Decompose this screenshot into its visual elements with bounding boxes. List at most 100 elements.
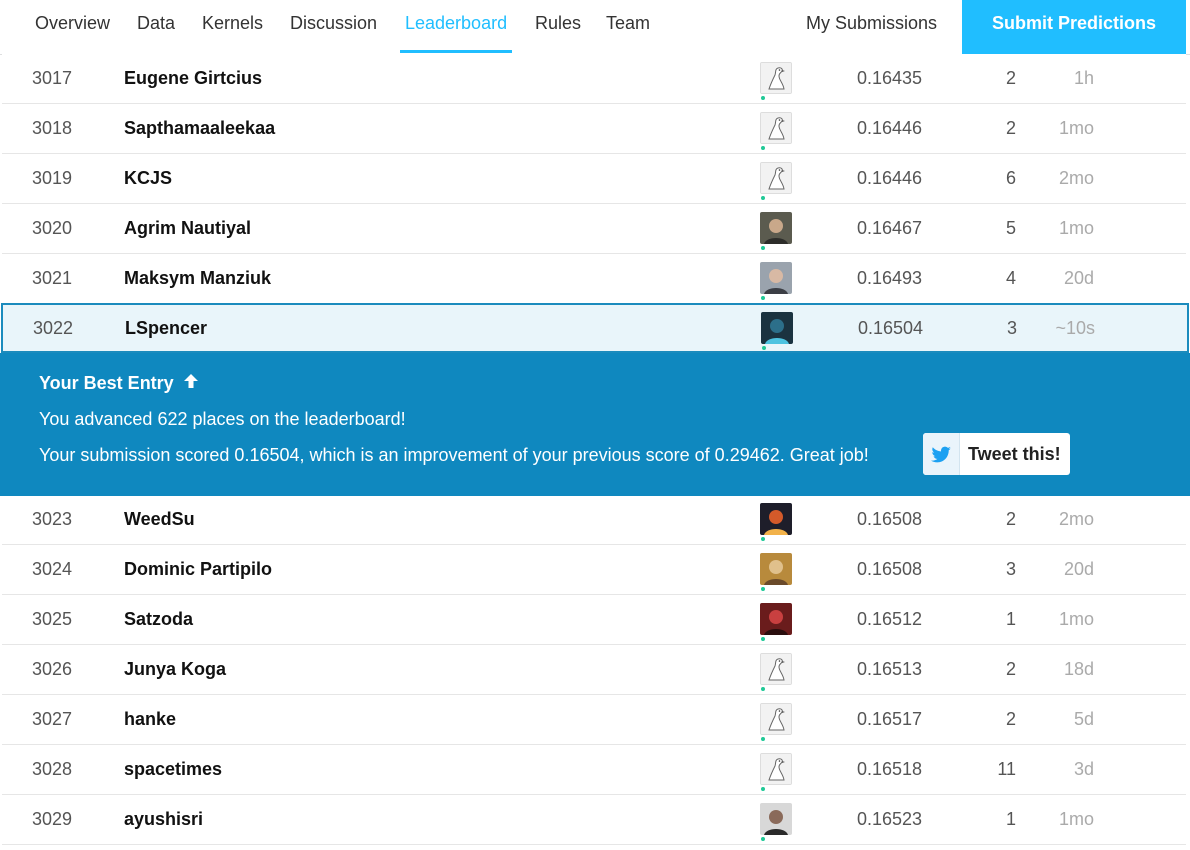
rank-cell: 3018	[32, 118, 73, 138]
tier-dot-icon	[761, 246, 765, 250]
entries-cell: 11	[997, 759, 1016, 779]
table-row[interactable]: 3023 WeedSu 0.16508 2 2mo	[2, 495, 1186, 545]
entries-cell: 2	[1005, 659, 1016, 679]
rank-cell: 3026	[32, 659, 73, 679]
team-name[interactable]: WeedSu	[124, 495, 195, 544]
score-cell: 0.16508	[857, 509, 923, 529]
avatar[interactable]	[760, 603, 792, 635]
entries-cell: 3	[1006, 318, 1017, 338]
score-cell: 0.16467	[857, 218, 923, 238]
default-avatar-goose-icon[interactable]	[760, 653, 792, 685]
my-submissions-link[interactable]: My Submissions	[806, 0, 937, 52]
table-row[interactable]: 3026 Junya Koga 0.16513 2 18d	[2, 645, 1186, 695]
last-submission-cell: 2mo	[1058, 509, 1094, 529]
rank-cell: 3019	[32, 168, 73, 188]
table-row-current-user[interactable]: 3022 LSpencer 0.16504 3 ~10s	[1, 303, 1189, 353]
avatar[interactable]	[760, 553, 792, 585]
entries-cell: 3	[1005, 559, 1016, 579]
team-name[interactable]: Maksym Manziuk	[124, 254, 271, 303]
default-avatar-goose-icon[interactable]	[760, 703, 792, 735]
entries-cell: 1	[1005, 609, 1016, 629]
tier-dot-icon	[761, 296, 765, 300]
score-cell: 0.16512	[857, 609, 923, 629]
table-row[interactable]: 3025 Satzoda 0.16512 1 1mo	[2, 595, 1186, 645]
rank-cell: 3017	[32, 68, 73, 88]
entries-cell: 4	[1005, 268, 1016, 288]
table-row[interactable]: 3028 spacetimes 0.16518 11 3d	[2, 745, 1186, 795]
last-submission-cell: 5d	[1073, 709, 1094, 729]
table-row[interactable]: 3024 Dominic Partipilo 0.16508 3 20d	[2, 545, 1186, 595]
default-avatar-goose-icon[interactable]	[760, 753, 792, 785]
score-cell: 0.16508	[857, 559, 923, 579]
tweet-button-label: Tweet this!	[968, 444, 1061, 464]
banner-title-text: Your Best Entry	[39, 373, 174, 393]
tier-dot-icon	[761, 196, 765, 200]
tier-dot-icon	[761, 637, 765, 641]
team-name[interactable]: hanke	[124, 695, 176, 744]
score-cell: 0.16518	[857, 759, 923, 779]
team-name[interactable]: Sapthamaaleekaa	[124, 104, 275, 153]
rank-cell: 3029	[32, 809, 73, 829]
default-avatar-goose-icon[interactable]	[760, 62, 792, 94]
tab-overview[interactable]: Overview	[35, 0, 110, 52]
entries-cell: 2	[1005, 118, 1016, 138]
table-row[interactable]: 3027 hanke 0.16517 2 5d	[2, 695, 1186, 745]
avatar[interactable]	[760, 212, 792, 244]
score-cell: 0.16523	[857, 809, 923, 829]
last-submission-cell: 1mo	[1058, 218, 1094, 238]
team-name[interactable]: ayushisri	[124, 795, 203, 844]
avatar[interactable]	[761, 312, 793, 344]
tier-dot-icon	[761, 587, 765, 591]
default-avatar-goose-icon[interactable]	[760, 162, 792, 194]
tab-data[interactable]: Data	[137, 0, 175, 52]
rank-cell: 3023	[32, 509, 73, 529]
rank-cell: 3024	[32, 559, 73, 579]
score-cell: 0.16446	[857, 168, 923, 188]
last-submission-cell: 20d	[1063, 268, 1094, 288]
rank-cell: 3020	[32, 218, 73, 238]
tab-rules[interactable]: Rules	[535, 0, 581, 52]
tab-leaderboard[interactable]: Leaderboard	[400, 0, 513, 53]
submit-predictions-button[interactable]: Submit Predictions	[962, 0, 1186, 54]
tab-team[interactable]: Team	[606, 0, 650, 52]
team-name[interactable]: Satzoda	[124, 595, 193, 644]
default-avatar-goose-icon[interactable]	[760, 112, 792, 144]
avatar[interactable]	[760, 803, 792, 835]
last-submission-cell: 20d	[1063, 559, 1094, 579]
tier-dot-icon	[761, 737, 765, 741]
team-name[interactable]: spacetimes	[124, 745, 222, 794]
tier-dot-icon	[762, 346, 766, 350]
entries-cell: 5	[1005, 218, 1016, 238]
table-row[interactable]: 3018 Sapthamaaleekaa 0.16446 2 1mo	[2, 104, 1186, 154]
avatar[interactable]	[760, 503, 792, 535]
tier-dot-icon	[761, 787, 765, 791]
table-row[interactable]: 3019 KCJS 0.16446 6 2mo	[2, 154, 1186, 204]
tier-dot-icon	[761, 146, 765, 150]
tweet-button[interactable]: Tweet this!	[923, 433, 1070, 475]
last-submission-cell: 2mo	[1058, 168, 1094, 188]
table-row[interactable]: 3020 Agrim Nautiyal 0.16467 5 1mo	[2, 204, 1186, 254]
competition-nav: Overview Data Kernels Discussion Leaderb…	[0, 0, 1190, 55]
last-submission-cell: 1h	[1073, 68, 1094, 88]
tab-kernels[interactable]: Kernels	[202, 0, 263, 52]
avatar[interactable]	[760, 262, 792, 294]
entries-cell: 2	[1005, 709, 1016, 729]
team-name[interactable]: Eugene Girtcius	[124, 54, 262, 103]
team-name[interactable]: LSpencer	[125, 305, 207, 351]
team-name[interactable]: Junya Koga	[124, 645, 226, 694]
table-row[interactable]: 3017 Eugene Girtcius 0.16435 2 1h	[2, 54, 1186, 104]
rank-cell: 3027	[32, 709, 73, 729]
table-row[interactable]: 3029 ayushisri 0.16523 1 1mo	[2, 795, 1186, 845]
rank-cell: 3021	[32, 268, 73, 288]
team-name[interactable]: Agrim Nautiyal	[124, 204, 251, 253]
tab-discussion[interactable]: Discussion	[290, 0, 377, 52]
last-submission-cell: 3d	[1073, 759, 1094, 779]
entries-cell: 6	[1005, 168, 1016, 188]
table-row[interactable]: 3021 Maksym Manziuk 0.16493 4 20d	[2, 254, 1186, 304]
last-submission-cell: 18d	[1063, 659, 1094, 679]
tier-dot-icon	[761, 96, 765, 100]
tier-dot-icon	[761, 537, 765, 541]
team-name[interactable]: KCJS	[124, 154, 172, 203]
team-name[interactable]: Dominic Partipilo	[124, 545, 272, 594]
last-submission-cell: ~10s	[1055, 318, 1095, 338]
